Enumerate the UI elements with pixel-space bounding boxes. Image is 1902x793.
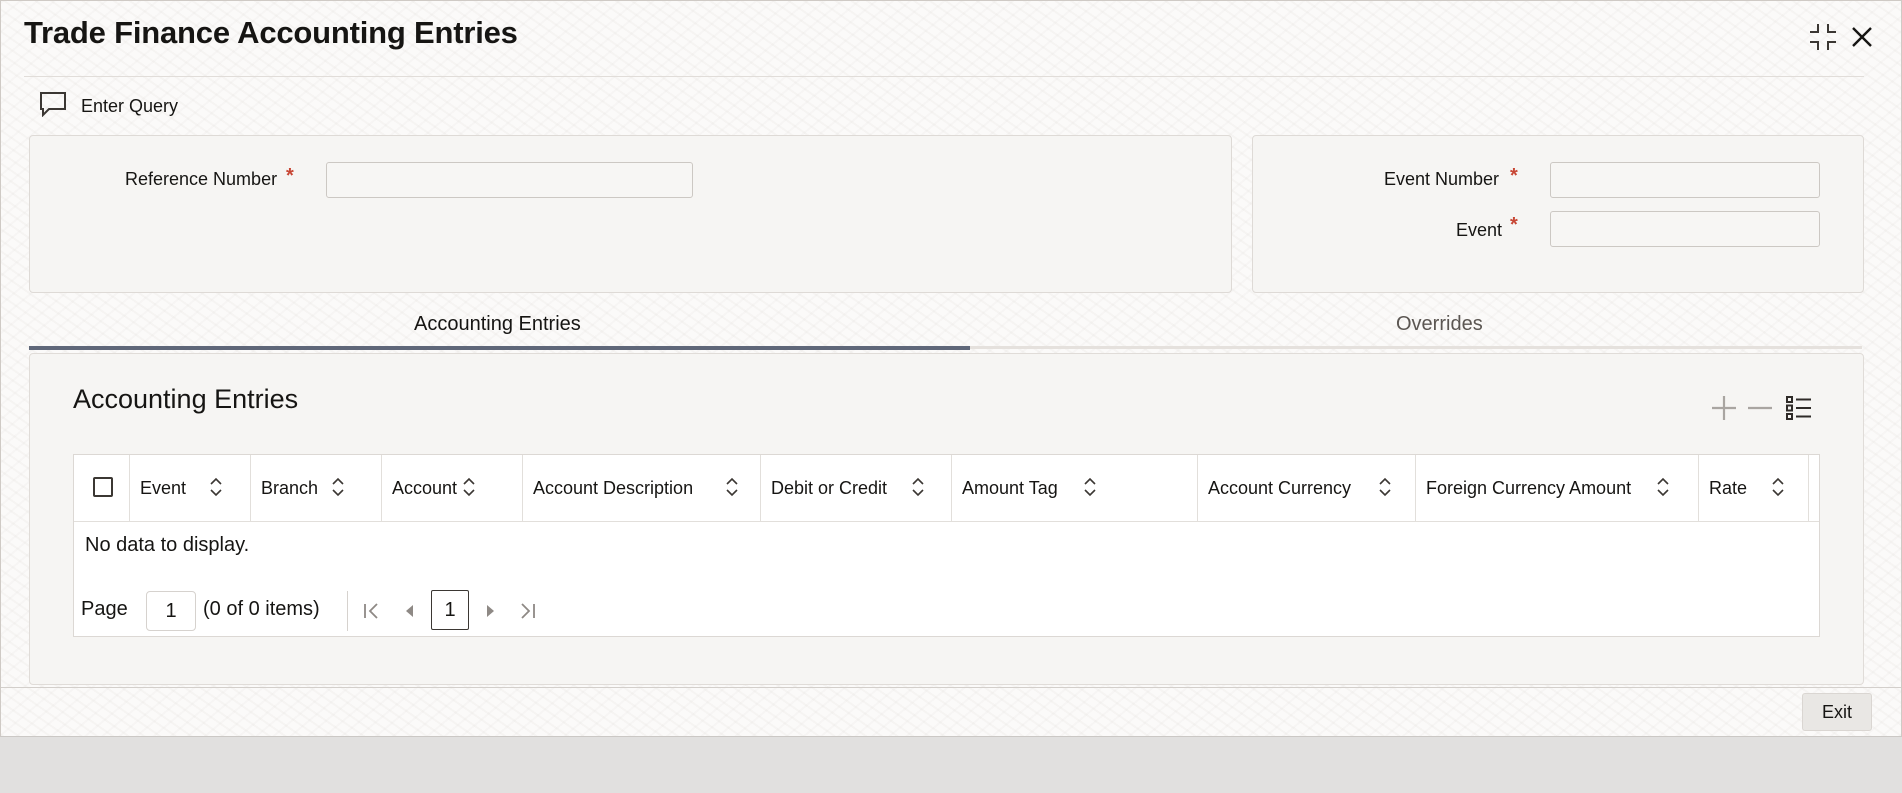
- column-list-icon[interactable]: [1782, 391, 1816, 425]
- active-tab-indicator: [29, 346, 970, 350]
- column-header-label: Account: [392, 477, 458, 498]
- select-all-checkbox[interactable]: [93, 477, 113, 497]
- column-header-label: Account Currency: [1208, 477, 1352, 498]
- required-indicator: *: [286, 165, 294, 187]
- status-bar: [0, 736, 1902, 793]
- reference-panel: [29, 135, 1232, 293]
- close-icon[interactable]: [1844, 19, 1880, 55]
- last-page-icon[interactable]: [512, 595, 542, 627]
- dialog-window: Trade Finance Accounting Entries Enter Q…: [0, 0, 1902, 737]
- pager-divider: [347, 591, 348, 631]
- page-label: Page: [81, 598, 128, 620]
- column-header-label: Event: [140, 477, 187, 498]
- title-divider: [24, 76, 1864, 77]
- required-indicator: *: [1510, 165, 1518, 187]
- column-header-label: Amount Tag: [962, 477, 1058, 498]
- column-header-label: Account Description: [533, 477, 694, 498]
- empty-message: No data to display.: [85, 534, 250, 556]
- remove-row-icon[interactable]: [1743, 391, 1777, 425]
- exit-button[interactable]: Exit: [1802, 693, 1872, 731]
- tab-accounting-entries[interactable]: Accounting Entries: [414, 313, 581, 336]
- sort-icon[interactable]: [1771, 477, 1785, 502]
- select-all-cell: [74, 455, 130, 521]
- chat-bubble-icon: [39, 91, 67, 122]
- sort-icon[interactable]: [462, 477, 476, 502]
- items-summary: (0 of 0 items): [203, 598, 320, 620]
- column-header-label: Rate: [1709, 477, 1748, 498]
- sort-icon[interactable]: [1656, 477, 1670, 502]
- enter-query-button[interactable]: Enter Query: [39, 91, 178, 122]
- sort-icon[interactable]: [209, 477, 223, 502]
- tab-overrides[interactable]: Overrides: [1396, 313, 1483, 336]
- column-header-debit-or-credit[interactable]: Debit or Credit: [761, 455, 952, 521]
- compress-icon[interactable]: [1805, 19, 1841, 55]
- event-input[interactable]: [1550, 211, 1820, 247]
- previous-page-icon[interactable]: [394, 595, 424, 627]
- event-label: Event: [1456, 220, 1503, 240]
- window-title: Trade Finance Accounting Entries: [24, 15, 518, 50]
- sort-icon[interactable]: [1083, 477, 1097, 502]
- column-header-account-currency[interactable]: Account Currency: [1198, 455, 1416, 521]
- reference-number-label: Reference Number: [125, 169, 278, 189]
- required-indicator: *: [1510, 214, 1518, 236]
- column-header-label: Branch: [261, 477, 319, 498]
- sort-icon[interactable]: [331, 477, 345, 502]
- column-header-rate[interactable]: Rate: [1699, 455, 1809, 521]
- section-title: Accounting Entries: [73, 384, 299, 414]
- sort-icon[interactable]: [725, 477, 739, 502]
- column-header-amount-tag[interactable]: Amount Tag: [952, 455, 1198, 521]
- column-header-account[interactable]: Account: [382, 455, 523, 521]
- column-header-label: Foreign Currency Amount: [1426, 477, 1632, 498]
- enter-query-label: Enter Query: [81, 96, 179, 116]
- sort-icon[interactable]: [911, 477, 925, 502]
- event-number-input[interactable]: [1550, 162, 1820, 198]
- column-header-event[interactable]: Event: [130, 455, 251, 521]
- table-header: Event Branch Account Account Description: [74, 455, 1819, 522]
- footer-divider: [1, 687, 1901, 688]
- sort-icon[interactable]: [1378, 477, 1392, 502]
- entries-table: Event Branch Account Account Description: [73, 454, 1820, 637]
- first-page-icon[interactable]: [357, 595, 387, 627]
- reference-number-input[interactable]: [326, 162, 693, 198]
- column-header-foreign-currency-amount[interactable]: Foreign Currency Amount: [1416, 455, 1699, 521]
- column-header-branch[interactable]: Branch: [251, 455, 382, 521]
- page-number-input[interactable]: 1: [146, 591, 196, 631]
- next-page-icon[interactable]: [476, 595, 506, 627]
- event-number-label: Event Number: [1384, 169, 1500, 189]
- column-header-label: Debit or Credit: [771, 477, 888, 498]
- column-header-account-description[interactable]: Account Description: [523, 455, 761, 521]
- current-page-button[interactable]: 1: [431, 590, 469, 630]
- add-row-icon[interactable]: [1707, 391, 1741, 425]
